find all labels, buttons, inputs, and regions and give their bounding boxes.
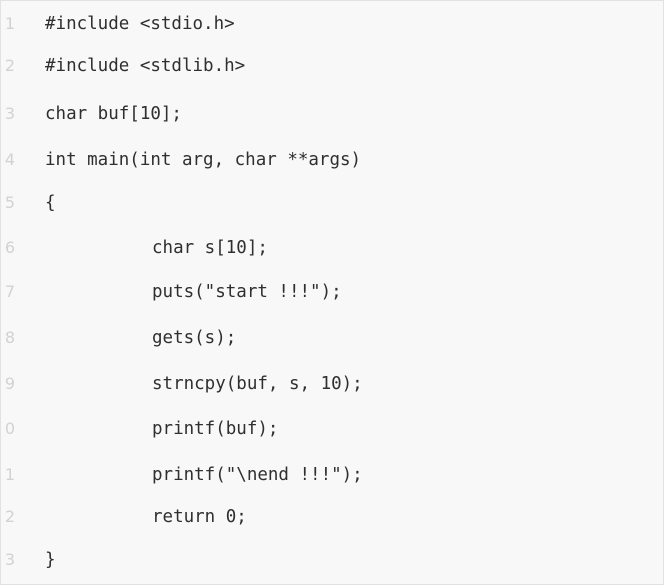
- line-code: printf(buf);: [152, 419, 279, 439]
- code-line: 5 {: [1, 182, 663, 224]
- line-code: {: [45, 193, 56, 213]
- line-number: 4: [4, 150, 15, 169]
- code-line: 6 char s[10];: [1, 227, 663, 269]
- code-line: 1 printf("\nend !!!");: [1, 454, 663, 496]
- line-number: 3: [4, 550, 15, 569]
- line-number: 1: [4, 14, 15, 33]
- code-line: 1 #include <stdio.h>: [1, 3, 663, 45]
- line-code: int main(int arg, char **args): [45, 150, 362, 170]
- line-number: 6: [4, 238, 15, 257]
- line-code: strncpy(buf, s, 10);: [152, 374, 363, 394]
- line-number: 7: [4, 282, 15, 301]
- line-number: 2: [4, 56, 15, 75]
- code-line: 4 int main(int arg, char **args): [1, 139, 663, 181]
- line-code: #include <stdlib.h>: [45, 56, 246, 76]
- line-code: #include <stdio.h>: [45, 14, 235, 34]
- line-code: puts("start !!!");: [152, 282, 342, 302]
- code-line: 9 strncpy(buf, s, 10);: [1, 363, 663, 405]
- line-number: 0: [4, 419, 15, 438]
- line-number: 5: [4, 193, 15, 212]
- code-block: 1 #include <stdio.h> 2 #include <stdlib.…: [0, 0, 664, 585]
- line-code: }: [45, 550, 56, 570]
- code-line: 7 puts("start !!!");: [1, 271, 663, 313]
- line-number: 9: [4, 374, 15, 393]
- code-line: 2 #include <stdlib.h>: [1, 45, 663, 87]
- code-line: 0 printf(buf);: [1, 408, 663, 450]
- code-line: 8 gets(s);: [1, 317, 663, 359]
- code-line: 3 char buf[10];: [1, 93, 663, 135]
- code-line: 2 return 0;: [1, 496, 663, 538]
- line-code: printf("\nend !!!");: [152, 465, 363, 485]
- line-code: return 0;: [152, 507, 247, 527]
- line-number: 2: [4, 507, 15, 526]
- line-number: 3: [4, 104, 15, 123]
- code-line: 3 }: [1, 539, 663, 581]
- line-code: char buf[10];: [45, 104, 182, 124]
- line-code: gets(s);: [152, 328, 237, 348]
- line-code: char s[10];: [152, 238, 268, 258]
- line-number: 1: [4, 465, 15, 484]
- line-number: 8: [4, 328, 15, 347]
